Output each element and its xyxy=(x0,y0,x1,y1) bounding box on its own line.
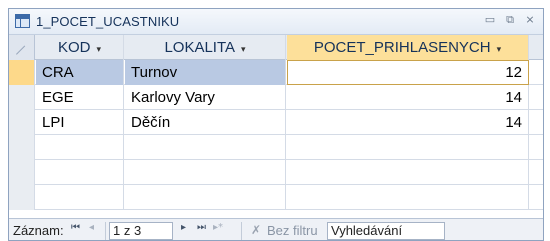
column-header-label: LOKALITA xyxy=(164,39,236,56)
cell-lokalita[interactable] xyxy=(125,135,286,160)
column-header-label: POCET_PRIHLASENYCH xyxy=(313,39,491,56)
table-icon xyxy=(15,14,30,28)
previous-record-icon[interactable]: ◂ xyxy=(89,222,94,233)
column-header-lokalita[interactable]: LOKALITA ▾ xyxy=(125,35,286,60)
table-row[interactable]: CRA Turnov 12 xyxy=(9,60,543,85)
datasheet-grid: KOD ▾ LOKALITA ▾ POCET_PRIHLASENYCH ▾ CRA T… xyxy=(9,35,543,210)
record-selector xyxy=(9,185,35,210)
table-row[interactable]: EGE Karlovy Vary 14 xyxy=(9,85,543,110)
datasheet-window: 1_POCET_UCASTNIKU ▭ ⧉ ⨯ KOD ▾ LOKALITA ▾ P… xyxy=(8,8,544,241)
last-record-icon[interactable]: ⏭ xyxy=(197,222,206,233)
record-navigation-bar: Záznam: ⏮ ◂ 1 z 3 ▸ ⏭ ▸* ✗ Bez filtru Vy… xyxy=(9,218,543,240)
window-controls: ▭ ⧉ ⨯ xyxy=(483,13,537,27)
column-header-pocet-prihlasenych[interactable]: POCET_PRIHLASENYCH ▾ xyxy=(287,35,529,60)
empty-row xyxy=(9,185,543,210)
cell-lokalita[interactable]: Děčín xyxy=(125,110,286,135)
cell-kod[interactable] xyxy=(36,135,124,160)
cell-kod[interactable]: EGE xyxy=(36,85,124,110)
cell-kod[interactable]: CRA xyxy=(36,60,124,85)
new-record-row[interactable] xyxy=(9,135,543,160)
filter-status-button[interactable]: Bez filtru xyxy=(267,223,318,238)
cell-pocet[interactable]: 14 xyxy=(287,110,529,135)
record-selector[interactable] xyxy=(9,60,35,85)
funnel-icon[interactable]: ✗ xyxy=(251,223,261,237)
cell-lokalita xyxy=(125,185,286,210)
cell-kod[interactable]: LPI xyxy=(36,110,124,135)
record-selector[interactable] xyxy=(9,85,35,110)
search-input[interactable]: Vyhledávání xyxy=(327,222,445,240)
restore-icon[interactable]: ⧉ xyxy=(503,13,517,27)
title-bar[interactable]: 1_POCET_UCASTNIKU ▭ ⧉ ⨯ xyxy=(9,9,543,35)
record-position-input[interactable]: 1 z 3 xyxy=(109,222,173,240)
cell-lokalita xyxy=(125,160,286,185)
dropdown-arrow-icon[interactable]: ▾ xyxy=(497,45,502,55)
column-header-kod[interactable]: KOD ▾ xyxy=(36,35,124,60)
record-label: Záznam: xyxy=(13,223,64,238)
next-record-icon[interactable]: ▸ xyxy=(181,222,186,233)
dropdown-arrow-icon[interactable]: ▾ xyxy=(241,45,246,55)
cell-pocet[interactable]: 12 xyxy=(287,60,529,85)
dropdown-arrow-icon[interactable]: ▾ xyxy=(96,45,101,55)
minimize-icon[interactable]: ▭ xyxy=(483,13,497,27)
cell-pocet[interactable] xyxy=(287,135,529,160)
column-header-label: KOD xyxy=(57,39,91,56)
cell-kod xyxy=(36,160,124,185)
record-selector[interactable] xyxy=(9,110,35,135)
record-selector xyxy=(9,160,35,185)
empty-row xyxy=(9,160,543,185)
new-record-icon[interactable]: ▸* xyxy=(213,222,223,233)
cell-kod xyxy=(36,185,124,210)
cell-pocet[interactable]: 14 xyxy=(287,85,529,110)
header-row: KOD ▾ LOKALITA ▾ POCET_PRIHLASENYCH ▾ xyxy=(9,35,543,60)
select-all-corner[interactable] xyxy=(9,35,35,60)
record-selector[interactable] xyxy=(9,135,35,160)
table-row[interactable]: LPI Děčín 14 xyxy=(9,110,543,135)
cell-lokalita[interactable]: Karlovy Vary xyxy=(125,85,286,110)
divider xyxy=(241,222,242,240)
close-icon[interactable]: ⨯ xyxy=(523,13,537,27)
first-record-icon[interactable]: ⏮ xyxy=(71,222,80,233)
cell-lokalita[interactable]: Turnov xyxy=(125,60,286,85)
window-title: 1_POCET_UCASTNIKU xyxy=(36,14,180,29)
divider xyxy=(105,222,106,240)
cell-pocet xyxy=(287,185,529,210)
cell-pocet xyxy=(287,160,529,185)
